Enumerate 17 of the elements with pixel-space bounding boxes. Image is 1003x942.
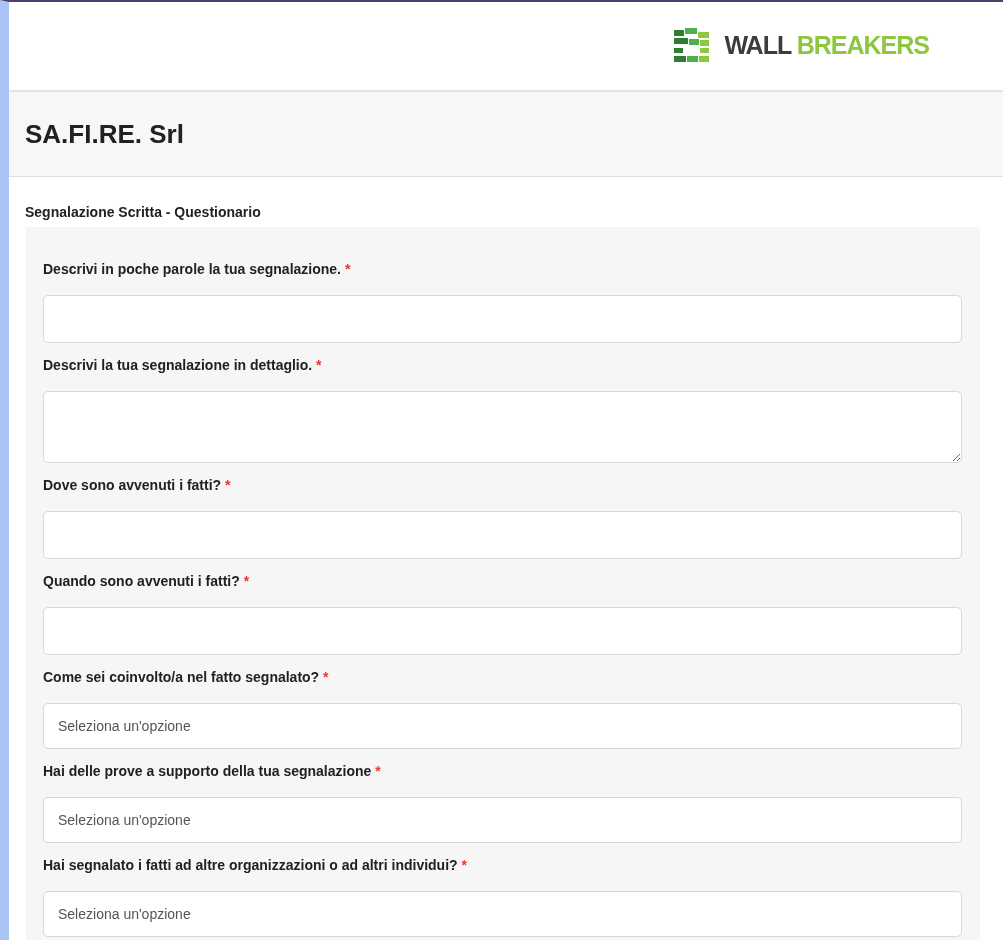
field-label: Hai segnalato i fatti ad altre organizzazioni o ad altri individui? * — [43, 856, 468, 875]
field-label: Descrivi la tua segnalazione in dettaglio. * — [43, 356, 323, 375]
input-field[interactable] — [43, 607, 962, 655]
select-field[interactable]: Seleziona un'opzione — [43, 891, 962, 937]
select-field[interactable]: Seleziona un'opzione — [43, 797, 962, 843]
logo-wordmark: WALL BREAKERS — [724, 30, 929, 60]
field-label: Hai delle prove a supporto della tua segnalazione * — [43, 762, 382, 781]
field-label: Descrivi in poche parole la tua segnalazione. * — [43, 260, 352, 279]
select-field[interactable]: Seleziona un'opzione — [43, 703, 962, 749]
field-label: Come sei coinvolto/a nel fatto segnalato? * — [43, 668, 330, 687]
textarea-field[interactable] — [43, 391, 962, 463]
input-field[interactable] — [43, 511, 962, 559]
input-field[interactable] — [43, 295, 962, 343]
company-title: SA.FI.RE. Srl — [25, 118, 184, 150]
field-label: Quando sono avvenuti i fatti? * — [43, 572, 251, 591]
field-label: Dove sono avvenuti i fatti? * — [43, 476, 232, 495]
section-title: Segnalazione Scritta - Questionario — [25, 203, 262, 221]
